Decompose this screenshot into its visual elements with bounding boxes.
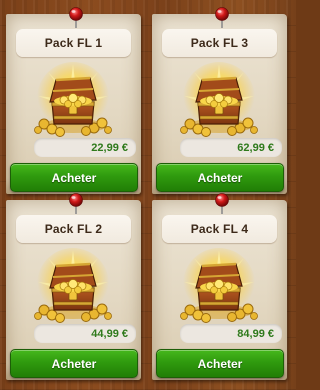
pack-card: Pack FL 1 22,99 € Acheter — [6, 7, 141, 194]
pack-title: Pack FL 4 — [162, 215, 277, 243]
buy-button[interactable]: Acheter — [156, 163, 284, 192]
pushpin-icon — [214, 7, 230, 29]
buy-button[interactable]: Acheter — [156, 349, 284, 378]
pushpin-icon — [214, 193, 230, 215]
pack-price: 22,99 € — [34, 138, 136, 157]
pack-card: Pack FL 3 62,99 € Acheter — [152, 7, 287, 194]
pushpin-icon — [68, 7, 84, 29]
pack-title: Pack FL 1 — [16, 29, 131, 57]
pack-title: Pack FL 3 — [162, 29, 277, 57]
pack-price: 84,99 € — [180, 324, 282, 343]
treasure-chest-icon — [179, 60, 259, 138]
pack-price: 44,99 € — [34, 324, 136, 343]
treasure-chest-icon — [179, 246, 259, 324]
buy-button[interactable]: Acheter — [10, 349, 138, 378]
buy-button[interactable]: Acheter — [10, 163, 138, 192]
pack-card: Pack FL 2 44,99 € Acheter — [6, 193, 141, 380]
treasure-chest-icon — [33, 246, 113, 324]
pack-price: 62,99 € — [180, 138, 282, 157]
treasure-chest-icon — [33, 60, 113, 138]
pushpin-icon — [68, 193, 84, 215]
pack-card: Pack FL 4 84,99 € Acheter — [152, 193, 287, 380]
pack-title: Pack FL 2 — [16, 215, 131, 243]
